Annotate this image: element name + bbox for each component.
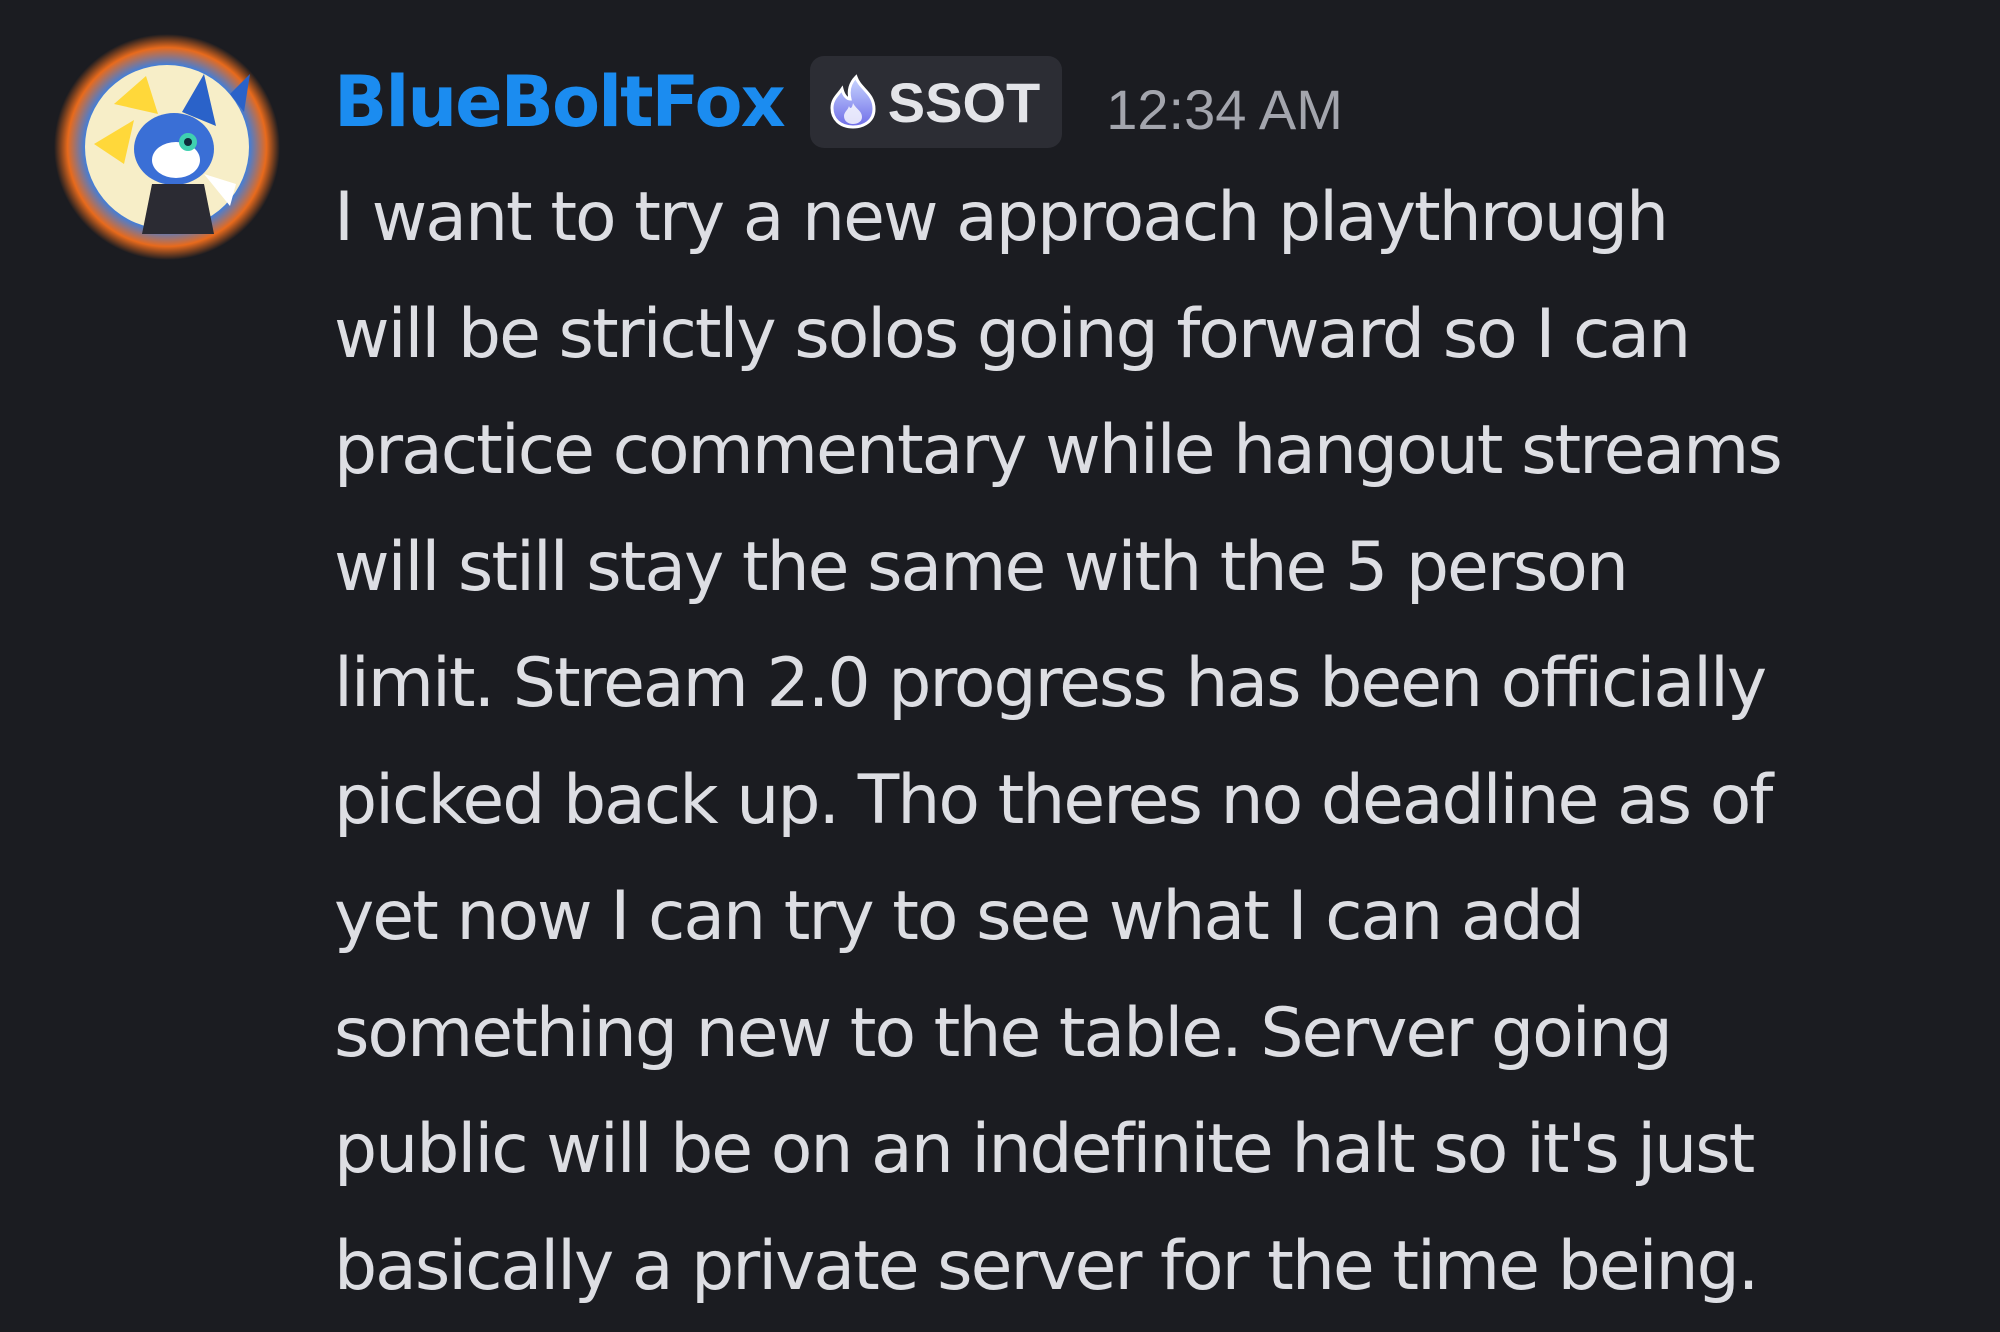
message-line: will still stay the same with the 5 pers… [334, 527, 1629, 607]
message-line: public will be on an indefinite halt so … [334, 1110, 1755, 1189]
message-line: something new to the table. Server going [334, 993, 1673, 1073]
message-line: basically a private server for the time … [334, 1226, 1759, 1306]
username[interactable]: BlueBoltFox [334, 61, 786, 143]
message-line: limit. Stream 2.0 progress has been offi… [334, 644, 1767, 723]
flame-icon [830, 74, 876, 129]
server-tag-label: SSOT [887, 70, 1041, 134]
user-avatar[interactable] [54, 34, 280, 260]
message-line: will be strictly solos going forward so … [334, 294, 1691, 374]
message-line: yet now I can try to see what I can add [334, 877, 1585, 956]
message-header: BlueBoltFox SSOT 12:34 AM [334, 52, 1343, 152]
message-content: I want to try a new approach playthrough… [334, 160, 1994, 1325]
message-line: I want to try a new approach playthrough [334, 178, 1669, 257]
chat-message: BlueBoltFox SSOT 12:34 AM I want to try … [0, 0, 2000, 1332]
message-line: practice commentary while hangout stream… [334, 411, 1783, 490]
fox-avatar-icon [54, 34, 280, 260]
message-line: picked back up. Tho theres no deadline a… [334, 760, 1773, 840]
server-tag[interactable]: SSOT [809, 56, 1063, 148]
message-timestamp[interactable]: 12:34 AM [1106, 77, 1343, 142]
